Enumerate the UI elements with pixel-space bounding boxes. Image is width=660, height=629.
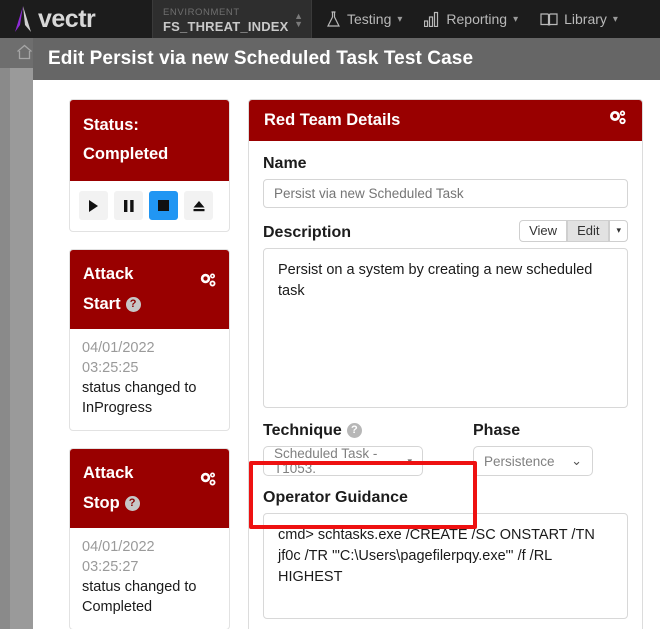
- description-view-button[interactable]: View: [519, 220, 568, 242]
- red-team-details-header: Red Team Details: [249, 100, 642, 141]
- description-edit-button[interactable]: Edit: [567, 220, 610, 242]
- chevron-down-icon: ▾: [513, 13, 519, 25]
- attack-stop-message: status changed to Completed: [82, 579, 197, 615]
- operator-guidance-label: Operator Guidance: [263, 489, 408, 506]
- technique-value: Scheduled Task - T1053.: [274, 446, 378, 476]
- gears-icon[interactable]: [609, 110, 627, 131]
- attack-stop-title-line1: Attack: [83, 464, 134, 482]
- technique-label: Technique?: [263, 422, 468, 440]
- page-title: Edit Persist via new Scheduled Task Test…: [48, 48, 474, 69]
- attack-stop-log: 04/01/2022 03:25:27 status changed to Co…: [70, 528, 229, 629]
- operator-guidance-textarea[interactable]: cmd> schtasks.exe /CREATE /SC ONSTART /T…: [263, 513, 628, 619]
- environment-selector[interactable]: ENVIRONMENT FS_THREAT_INDEX ▲ ▼: [152, 0, 312, 38]
- attack-start-card: Attack Start? 04/01/2022 03:25:25 status…: [69, 249, 230, 431]
- chevron-down-icon: ⌄: [571, 453, 582, 468]
- question-icon[interactable]: ?: [346, 423, 362, 438]
- name-label: Name: [263, 155, 307, 172]
- flask-icon: [326, 10, 341, 28]
- status-card: Status: Completed: [69, 99, 230, 232]
- technique-field: Technique? Scheduled Task - T1053. ▾: [263, 422, 468, 476]
- attack-start-title-line2: Start: [83, 295, 121, 313]
- book-icon: [540, 12, 558, 27]
- home-icon[interactable]: [16, 44, 33, 65]
- modal-header: Edit Persist via new Scheduled Task Test…: [33, 38, 660, 80]
- environment-value: FS_THREAT_INDEX: [163, 18, 289, 34]
- bar-chart-icon: [424, 11, 440, 27]
- brand-logo-area[interactable]: vectr: [0, 6, 152, 32]
- description-textarea[interactable]: Persist on a system by creating a new sc…: [263, 248, 628, 408]
- chevron-down-icon: ▾: [612, 13, 618, 25]
- red-team-details-title: Red Team Details: [264, 111, 401, 129]
- nav-links: Testing ▾ Reporting ▾ Library ▾: [312, 0, 618, 38]
- question-icon[interactable]: ?: [125, 297, 141, 312]
- phase-label: Phase: [473, 422, 521, 439]
- status-value: Completed: [83, 145, 169, 163]
- question-icon[interactable]: ?: [124, 496, 140, 511]
- right-column: Red Team Details Name Description: [248, 99, 643, 629]
- attack-start-time: 03:25:25: [82, 360, 139, 376]
- gears-icon[interactable]: [200, 273, 217, 293]
- attack-stop-date: 04/01/2022: [82, 539, 155, 555]
- chevron-down-icon[interactable]: ▾: [609, 220, 628, 242]
- edit-test-case-modal: Edit Persist via new Scheduled Task Test…: [33, 38, 660, 629]
- attack-stop-time: 03:25:27: [82, 559, 139, 575]
- attack-stop-header: Attack Stop?: [70, 449, 229, 528]
- brand-name: vectr: [38, 4, 96, 33]
- red-team-details-body: Name Description View Edit ▾ Persist on …: [249, 141, 642, 629]
- nav-item-reporting[interactable]: Reporting ▾: [424, 11, 518, 27]
- description-row: Description View Edit ▾: [263, 220, 628, 242]
- left-column: Status: Completed Attack Start ? 04/01/2…: [69, 99, 230, 629]
- attack-stop-title-line2: Stop: [83, 494, 120, 512]
- description-label: Description: [263, 224, 352, 241]
- chevron-down-icon: ▾: [407, 455, 412, 466]
- attack-stop-card: Attack Stop? 04/01/2022 03:25:27 status …: [69, 448, 230, 629]
- attack-start-message: status changed to InProgress: [82, 380, 197, 416]
- red-team-details-panel: Red Team Details Name Description: [248, 99, 643, 629]
- nav-label-library: Library: [564, 11, 607, 27]
- nav-item-testing[interactable]: Testing ▾: [326, 10, 403, 28]
- play-button[interactable]: [79, 191, 108, 220]
- nav-label-reporting: Reporting: [446, 11, 508, 27]
- phase-field: Phase Persistence ⌄: [468, 422, 628, 476]
- environment-stepper-icon[interactable]: ▲ ▼: [294, 12, 303, 29]
- status-card-header: Status: Completed: [70, 100, 229, 181]
- eject-button[interactable]: [184, 191, 213, 220]
- attack-start-date: 04/01/2022: [82, 340, 155, 356]
- stop-button[interactable]: [149, 191, 178, 220]
- technique-phase-row: Technique? Scheduled Task - T1053. ▾ Pha…: [263, 422, 628, 476]
- attack-start-header: Attack Start?: [70, 250, 229, 329]
- vectr-logo-icon: [12, 6, 34, 32]
- status-label: Status:: [83, 116, 139, 134]
- playback-controls: [70, 181, 229, 231]
- gears-icon[interactable]: [200, 472, 217, 492]
- technique-dropdown[interactable]: Scheduled Task - T1053. ▾: [263, 446, 423, 476]
- modal-body: Status: Completed Attack Start ? 04/01/2…: [33, 80, 660, 629]
- top-navbar: vectr ENVIRONMENT FS_THREAT_INDEX ▲ ▼ Tes…: [0, 0, 660, 38]
- environment-caption: ENVIRONMENT: [163, 6, 240, 18]
- attack-start-log: 04/01/2022 03:25:25 status changed to In…: [70, 329, 229, 430]
- nav-item-library[interactable]: Library ▾: [540, 11, 618, 27]
- pause-button[interactable]: [114, 191, 143, 220]
- name-input[interactable]: [263, 179, 628, 208]
- phase-value: Persistence: [484, 453, 555, 469]
- description-mode-toggle: View Edit ▾: [519, 220, 628, 242]
- nav-label-testing: Testing: [347, 11, 392, 27]
- attack-start-title-line1: Attack: [83, 265, 134, 283]
- chevron-down-icon: ▾: [397, 13, 403, 25]
- phase-dropdown[interactable]: Persistence ⌄: [473, 446, 593, 476]
